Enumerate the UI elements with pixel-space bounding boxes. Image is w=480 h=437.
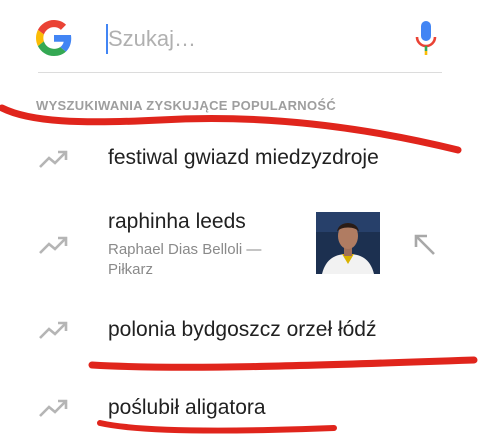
suggestion-title: festiwal gwiazd miedzyzdroje <box>108 146 379 169</box>
suggestion-subtitle: Raphael Dias Belloli — <box>108 241 262 258</box>
suggestion-row[interactable]: festiwal gwiazd miedzyzdroje <box>0 132 480 188</box>
google-g-icon[interactable] <box>36 20 72 56</box>
suggestion-row[interactable]: poślubił aligatora <box>0 382 480 437</box>
suggestion-row[interactable]: raphinha leeds Raphael Dias Belloli — Pi… <box>0 198 480 290</box>
suggestion-title: polonia bydgoszcz orzeł łódź <box>108 318 377 341</box>
trending-up-icon <box>39 150 68 168</box>
trending-up-icon <box>39 321 68 339</box>
section-title: WYSZUKIWANIA ZYSKUJĄCE POPULARNOŚĆ <box>36 98 337 113</box>
suggestion-title: raphinha leeds <box>108 210 246 233</box>
marker-stroke <box>88 356 478 371</box>
search-underline <box>38 72 442 73</box>
suggestion-subtitle-line-2: Piłkarz <box>108 261 154 278</box>
search-suggestions-screen: WYSZUKIWANIA ZYSKUJĄCE POPULARNOŚĆ festi… <box>0 0 480 437</box>
arrow-up-left-icon[interactable] <box>412 232 438 258</box>
search-input[interactable] <box>108 18 398 60</box>
trending-up-icon <box>39 236 68 254</box>
search-bar <box>0 0 480 80</box>
trending-up-icon <box>39 399 68 417</box>
player-thumbnail <box>316 212 380 274</box>
suggestion-title: poślubił aligatora <box>108 396 266 419</box>
microphone-icon[interactable] <box>414 20 438 56</box>
suggestion-row[interactable]: polonia bydgoszcz orzeł łódź <box>0 302 480 358</box>
